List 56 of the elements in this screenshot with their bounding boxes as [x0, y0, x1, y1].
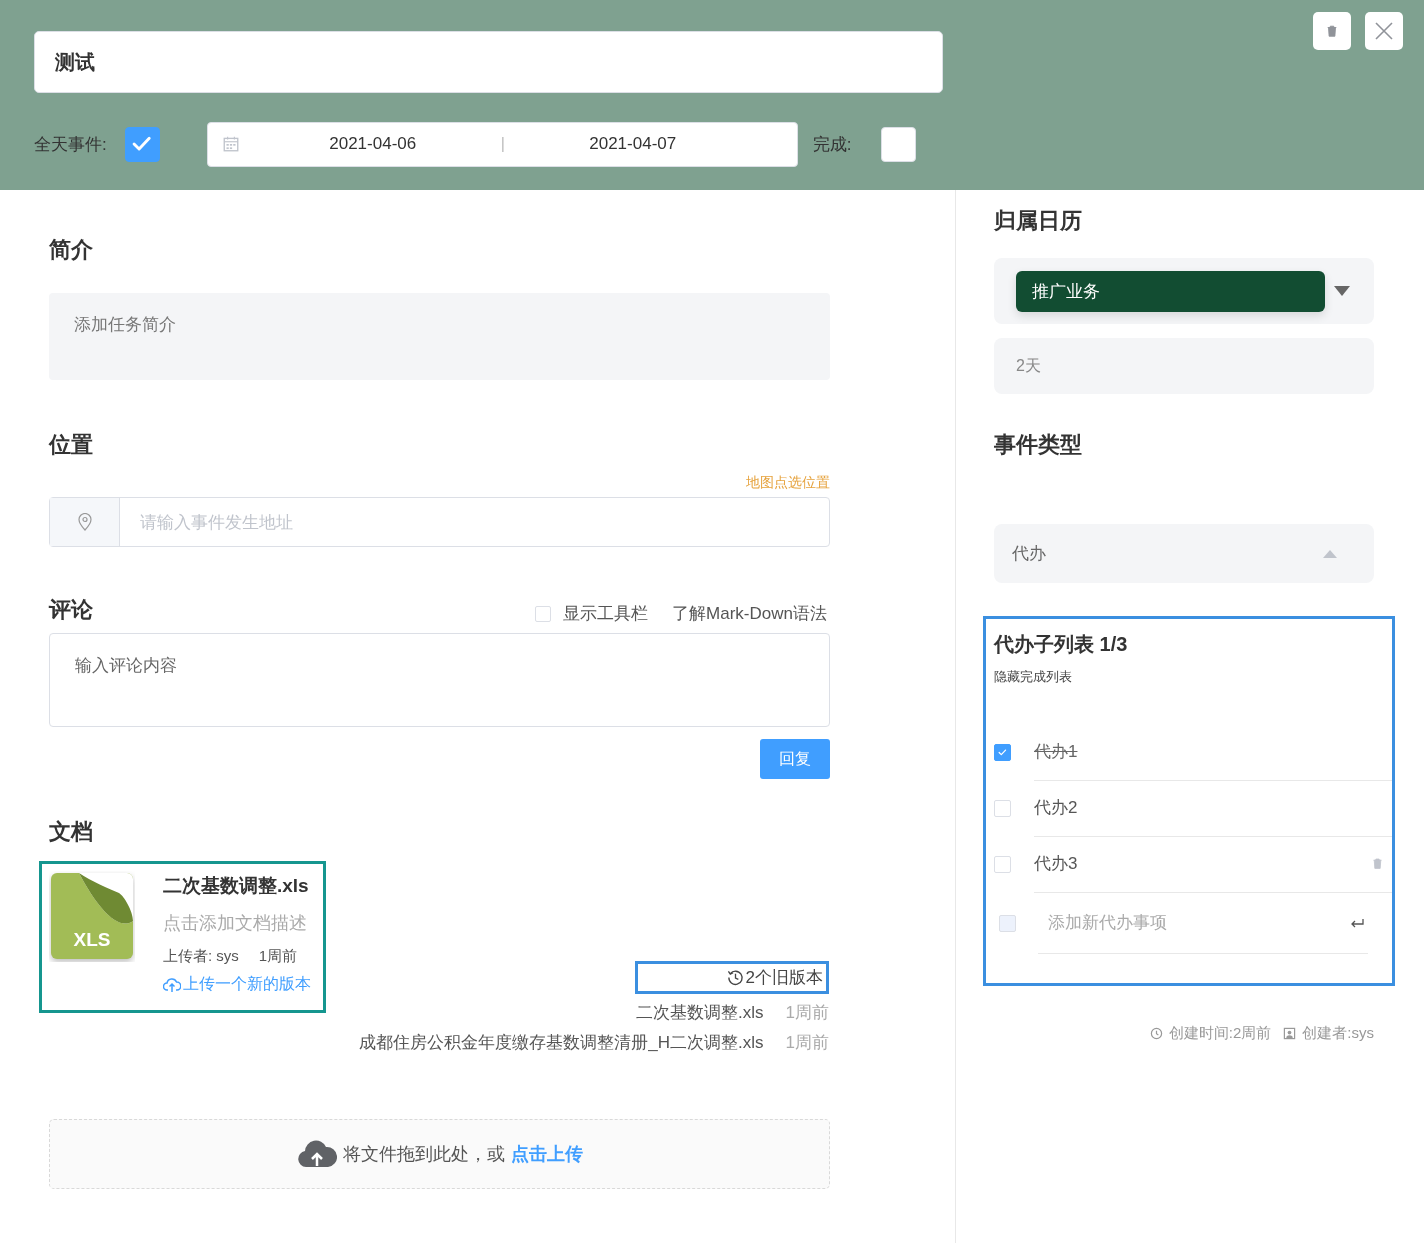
version-time: 1周前 [785, 1001, 829, 1024]
trash-icon[interactable] [1371, 857, 1384, 870]
range-separator: | [499, 135, 506, 153]
upload-dropzone[interactable]: 将文件拖到此处，或 点击上传 [49, 1119, 830, 1189]
version-file-name[interactable]: 成都住房公积金年度缴存基数调整清册_H二次调整.xls [359, 1030, 764, 1054]
cloud-upload-icon [296, 1139, 337, 1169]
cloud-upload-icon [163, 976, 181, 993]
section-heading: 事件类型 [994, 431, 1083, 459]
todo-item-text: 代办1 [1034, 741, 1078, 763]
end-date: 2021-04-07 [588, 134, 678, 154]
calendar-tag: 推广业务 [1016, 270, 1325, 312]
calendar-icon [221, 135, 240, 153]
close-button[interactable] [1365, 12, 1403, 50]
file-thumbnail: XLS [49, 871, 135, 962]
user-icon [1283, 1027, 1297, 1040]
section-heading: 文档 [49, 818, 94, 846]
todo-item-text: 代办2 [1034, 797, 1078, 819]
enter-icon [1350, 917, 1364, 928]
section-heading: 归属日历 [994, 207, 1083, 235]
trash-icon [1325, 24, 1339, 38]
close-icon [1374, 21, 1394, 41]
uploader-text: 上传者: sys [163, 947, 239, 966]
section-heading: 简介 [49, 236, 94, 264]
created-time: 创建时间:2周前 [1168, 1024, 1272, 1043]
section-heading: 评论 [49, 596, 93, 624]
dropzone-text: 将文件拖到此处，或 [342, 1143, 505, 1166]
check-icon [997, 746, 1008, 758]
history-icon [726, 969, 744, 986]
start-date: 2021-04-06 [328, 134, 418, 154]
version-time: 1周前 [785, 1031, 829, 1054]
todo-item-text: 代办3 [1034, 853, 1078, 875]
location-pin-icon [76, 513, 93, 531]
hide-completed-link[interactable]: 隐藏完成列表 [994, 668, 1392, 686]
todo-title: 代办子列表 1/3 [994, 632, 1129, 657]
file-name: 二次基数调整.xls [163, 874, 310, 898]
version-file-name[interactable]: 二次基数调整.xls [636, 1000, 764, 1024]
creator-text: 创建者:sys [1302, 1024, 1374, 1043]
checkbox[interactable] [994, 743, 1011, 761]
dropdown-caret-icon [1333, 285, 1351, 297]
title-input[interactable]: 测试 [34, 31, 943, 93]
event-type-select[interactable]: 代办 [994, 524, 1374, 583]
duration-field: 2天 [994, 338, 1374, 394]
date-range-picker[interactable]: 2021-04-06 | 2021-04-07 [206, 121, 798, 167]
calendar-select[interactable]: 推广业务 [994, 258, 1374, 324]
clock-icon [1149, 1027, 1163, 1040]
delete-button[interactable] [1313, 12, 1351, 50]
section-heading: 位置 [49, 431, 94, 459]
comment-field[interactable]: 输入评论内容 [49, 633, 830, 727]
done-label: 完成: [812, 133, 852, 156]
intro-field[interactable]: 添加任务简介 [49, 293, 830, 380]
old-versions-toggle[interactable]: 2个旧版本 [635, 961, 829, 994]
toolbar-toggle-label: 显示工具栏 [563, 603, 649, 625]
markdown-help-link[interactable]: 了解Mark-Down语法 [672, 602, 827, 625]
all-day-label: 全天事件: [34, 133, 107, 156]
checkbox[interactable] [124, 126, 160, 162]
upload-time: 1周前 [258, 947, 298, 966]
